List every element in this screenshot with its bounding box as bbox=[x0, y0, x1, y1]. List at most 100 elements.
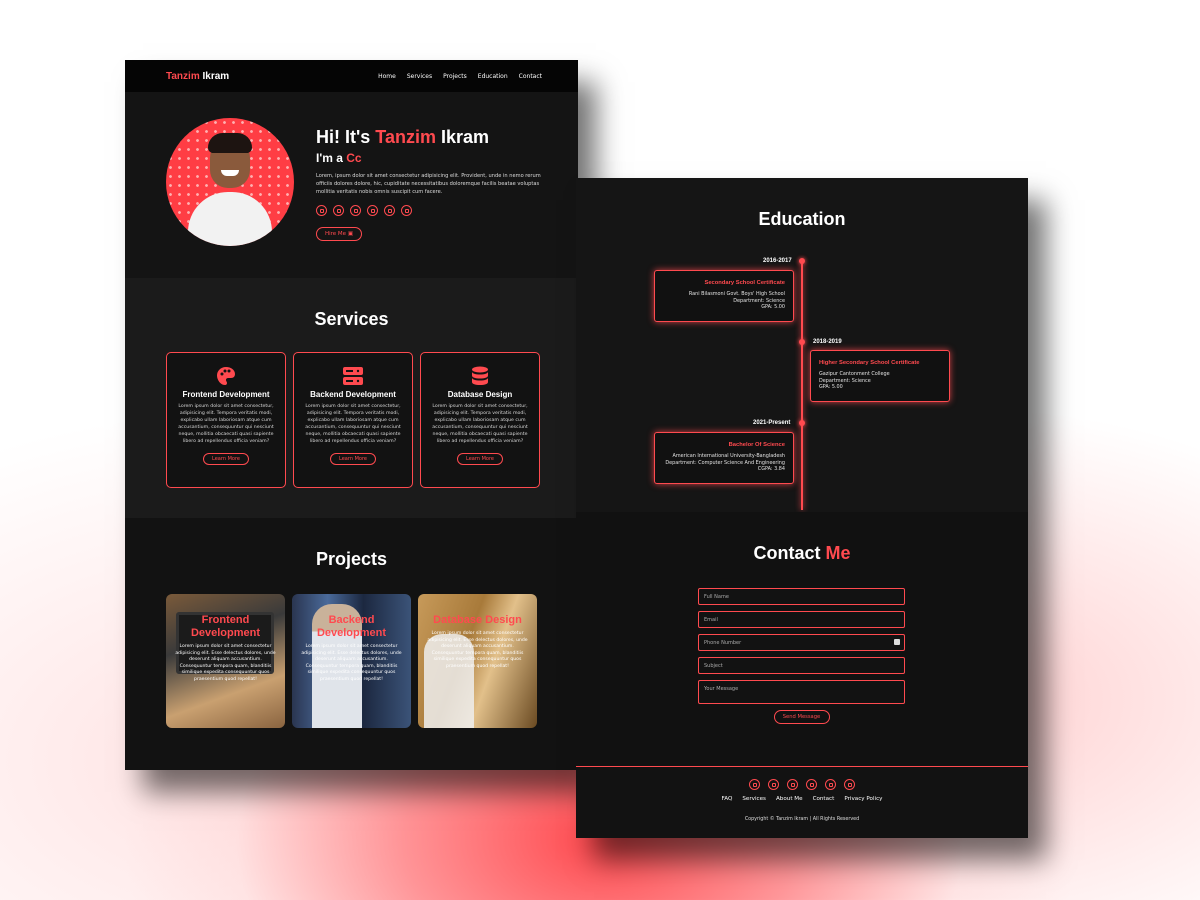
education-card-details: American International University-Bangla… bbox=[663, 453, 785, 473]
timeline-dot bbox=[799, 258, 805, 264]
footer: FAQ Services About Me Contact Privacy Po… bbox=[576, 766, 1028, 838]
subject-input[interactable]: Subject bbox=[698, 657, 905, 674]
full-name-input[interactable]: Full Name bbox=[698, 588, 905, 605]
brand-first: Tanzim bbox=[166, 70, 200, 82]
project-description: Lorem ipsum dolor sit amet consectetur a… bbox=[301, 644, 402, 682]
footer-link-privacy[interactable]: Privacy Policy bbox=[844, 796, 882, 802]
service-card-title: Database Design bbox=[447, 390, 513, 399]
timeline-line bbox=[801, 260, 803, 510]
education-card-ssc: Secondary School Certificate Rani Bilasm… bbox=[654, 270, 794, 322]
timeline-year: 2016-2017 bbox=[763, 258, 792, 264]
learn-more-button[interactable]: Learn More bbox=[457, 453, 503, 465]
education-grade: GPA: 5.00 bbox=[761, 304, 785, 310]
project-card-frontend[interactable]: Frontend Development Lorem ipsum dolor s… bbox=[166, 594, 285, 728]
education-title: Education bbox=[758, 209, 846, 229]
hero-description: Lorem, ipsum dolor sit amet consectetur … bbox=[316, 173, 541, 195]
youtube-icon[interactable] bbox=[844, 779, 855, 790]
project-overlay: Frontend Development Lorem ipsum dolor s… bbox=[166, 594, 285, 728]
hero-social-links bbox=[316, 205, 546, 216]
timeline-year: 2018-2019 bbox=[813, 339, 842, 345]
download-icon: ▣ bbox=[347, 231, 354, 237]
hero-title-prefix: Hi! It's bbox=[316, 127, 371, 147]
learn-more-button[interactable]: Learn More bbox=[330, 453, 376, 465]
footer-link-contact[interactable]: Contact bbox=[813, 796, 835, 802]
youtube-icon[interactable] bbox=[401, 205, 412, 216]
project-overlay: Database Design Lorem ipsum dolor sit am… bbox=[418, 594, 537, 728]
education-card-bsc: Bachelor Of Science American Internation… bbox=[654, 432, 794, 484]
education-institution: American International University-Bangla… bbox=[672, 453, 785, 459]
footer-link-services[interactable]: Services bbox=[742, 796, 766, 802]
project-card-database[interactable]: Database Design Lorem ipsum dolor sit am… bbox=[418, 594, 537, 728]
education-institution: Rani Bilasmoni Govt. Boys' High School bbox=[688, 291, 785, 297]
avatar-hair bbox=[208, 133, 252, 153]
linkedin-icon[interactable] bbox=[787, 779, 798, 790]
services-cards: Frontend Development Lorem ipsum dolor s… bbox=[166, 352, 540, 488]
phone-spinner-icon[interactable] bbox=[894, 639, 900, 645]
linkedin-icon[interactable] bbox=[350, 205, 361, 216]
footer-link-faq[interactable]: FAQ bbox=[722, 796, 733, 802]
education-card-title: Bachelor Of Science bbox=[728, 442, 785, 448]
learn-more-button[interactable]: Learn More bbox=[203, 453, 249, 465]
envelope-icon[interactable] bbox=[749, 779, 760, 790]
hero-title-first-name: Tanzim bbox=[375, 127, 436, 147]
facebook-icon[interactable] bbox=[384, 205, 395, 216]
timeline-dot bbox=[799, 339, 805, 345]
nav-link-home[interactable]: Home bbox=[378, 73, 396, 80]
education-card-details: Rani Bilasmoni Govt. Boys' High School D… bbox=[663, 291, 785, 311]
service-card-frontend: Frontend Development Lorem ipsum dolor s… bbox=[166, 352, 286, 488]
nav-link-services[interactable]: Services bbox=[407, 73, 432, 80]
education-card-title: Secondary School Certificate bbox=[704, 280, 785, 286]
envelope-icon[interactable] bbox=[316, 205, 327, 216]
service-card-title: Backend Development bbox=[310, 390, 396, 399]
timeline-dot bbox=[799, 420, 805, 426]
education-card-title: Higher Secondary School Certificate bbox=[819, 360, 920, 366]
project-title: Database Design bbox=[433, 614, 522, 626]
facebook-icon[interactable] bbox=[825, 779, 836, 790]
education-institution: Gazipur Cantonment College bbox=[819, 371, 890, 377]
hero-subtitle-prefix: I'm a bbox=[316, 151, 343, 165]
education-grade: GPA: 5.00 bbox=[819, 384, 843, 390]
instagram-icon[interactable] bbox=[333, 205, 344, 216]
service-card-text: Lorem ipsum dolor sit amet consectetur, … bbox=[432, 404, 528, 444]
nav-link-education[interactable]: Education bbox=[478, 73, 508, 80]
services-section: Services Frontend Development Lorem ipsu… bbox=[125, 278, 578, 518]
service-card-backend: Backend Development Lorem ipsum dolor si… bbox=[293, 352, 413, 488]
hero-typed-text: Cc bbox=[346, 151, 362, 165]
contact-form: Full Name Email Phone Number Subject You… bbox=[698, 588, 905, 724]
service-card-text: Lorem ipsum dolor sit amet consectetur, … bbox=[178, 404, 274, 444]
phone-number-input[interactable]: Phone Number bbox=[698, 634, 905, 651]
brand-last: Ikram bbox=[202, 70, 230, 82]
phone-placeholder: Phone Number bbox=[704, 640, 742, 646]
contact-title-first: Contact bbox=[753, 543, 821, 563]
contact-section: Contact Me Full Name Email Phone Number … bbox=[576, 512, 1028, 766]
hero-title: Hi! It's Tanzim Ikram bbox=[316, 126, 546, 148]
instagram-icon[interactable] bbox=[768, 779, 779, 790]
hire-me-button[interactable]: Hire Me ▣ bbox=[316, 227, 363, 241]
send-message-button[interactable]: Send Message bbox=[773, 710, 830, 724]
nav-link-contact[interactable]: Contact bbox=[519, 73, 542, 80]
message-textarea[interactable]: Your Message bbox=[698, 680, 905, 704]
database-icon bbox=[421, 366, 539, 386]
project-description: Lorem ipsum dolor sit amet consectetur a… bbox=[175, 644, 276, 682]
hire-me-label: Hire Me bbox=[325, 231, 347, 237]
education-department: Department: Science bbox=[819, 377, 871, 384]
projects-grid: Frontend Development Lorem ipsum dolor s… bbox=[166, 594, 537, 728]
github-icon[interactable] bbox=[806, 779, 817, 790]
avatar-shirt bbox=[188, 192, 272, 246]
education-department: Department: Science bbox=[733, 297, 785, 304]
github-icon[interactable] bbox=[367, 205, 378, 216]
projects-section: Projects Frontend Development Lorem ipsu… bbox=[125, 518, 578, 770]
email-input[interactable]: Email bbox=[698, 611, 905, 628]
navbar: Tanzim Ikram Home Services Projects Educ… bbox=[125, 60, 578, 92]
project-card-backend[interactable]: Backend Development Lorem ipsum dolor si… bbox=[292, 594, 411, 728]
brand-logo[interactable]: Tanzim Ikram bbox=[166, 71, 229, 82]
project-title: Frontend Development bbox=[190, 614, 261, 639]
projects-title: Projects bbox=[315, 549, 388, 569]
service-card-text: Lorem ipsum dolor sit amet consectetur, … bbox=[305, 404, 401, 444]
education-grade: CGPA: 3.84 bbox=[757, 466, 785, 472]
nav-link-projects[interactable]: Projects bbox=[443, 73, 467, 80]
education-section: Education 2016-2017 Secondary School Cer… bbox=[576, 178, 1028, 512]
project-overlay: Backend Development Lorem ipsum dolor si… bbox=[292, 594, 411, 728]
footer-link-about[interactable]: About Me bbox=[776, 796, 803, 802]
services-title: Services bbox=[314, 309, 389, 329]
